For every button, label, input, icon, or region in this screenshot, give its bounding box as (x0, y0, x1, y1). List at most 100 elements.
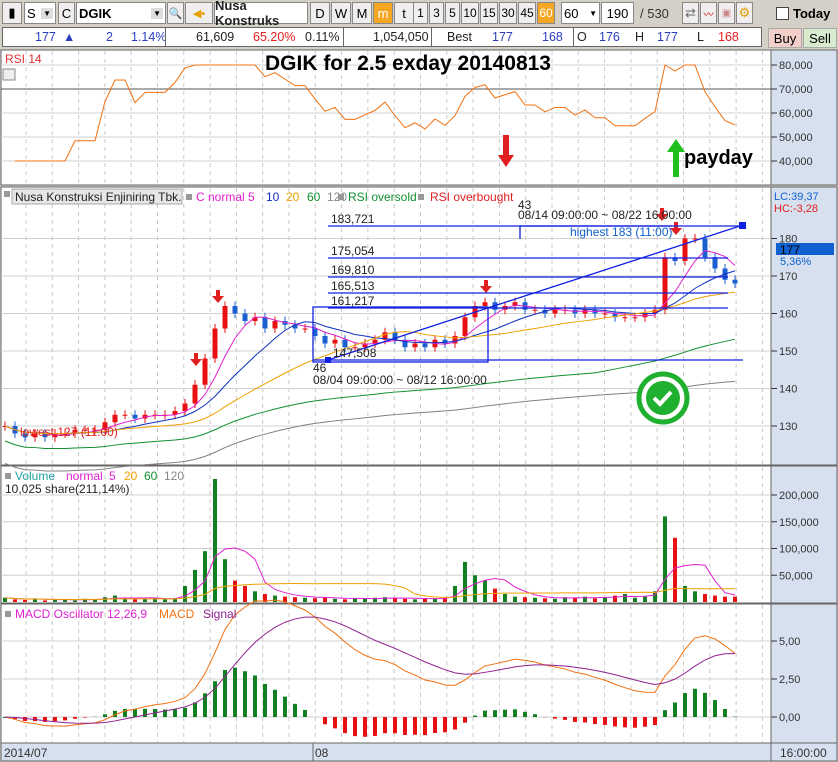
market-select[interactable]: S ▼ (24, 2, 56, 24)
legend-toggle[interactable] (418, 194, 424, 200)
interval-select[interactable]: 60 ▼ (561, 2, 600, 24)
volume-bar (543, 598, 547, 602)
rsi-panel (0, 49, 838, 186)
time-axis (0, 742, 838, 762)
macd-oscillator-bar (3, 717, 7, 718)
buy-button[interactable]: Buy (768, 28, 802, 48)
symbol-input[interactable]: DGIK ▼ (76, 2, 166, 24)
volume-bar (403, 598, 407, 602)
volume-bar (713, 595, 717, 602)
volume-bar (633, 597, 637, 602)
volume-bar (13, 599, 17, 602)
volume-bar (303, 597, 307, 602)
interval-30-button[interactable]: 30 (499, 2, 517, 24)
macd-oscillator-bar (163, 709, 167, 717)
total-count: / 530 (640, 6, 669, 21)
handle[interactable] (325, 357, 331, 363)
volume-bar (113, 595, 117, 602)
candle (312, 328, 318, 336)
interval-3-button[interactable]: 3 (429, 2, 444, 24)
macd-oscillator-bar (563, 717, 567, 720)
candle (262, 317, 268, 329)
macd-oscillator-bar (233, 667, 237, 717)
price: 177 (35, 30, 56, 44)
period-W-button[interactable]: W (331, 2, 351, 24)
volume-bar (33, 598, 37, 602)
macd-oscillator-bar (443, 717, 447, 733)
open-chart-icon[interactable]: ▮ (2, 2, 22, 24)
legend-toggle[interactable] (5, 611, 11, 617)
legend-toggle[interactable] (5, 473, 11, 479)
interval-10-button[interactable]: 10 (461, 2, 479, 24)
count-input[interactable]: 190 (601, 2, 634, 24)
candle (642, 313, 648, 318)
period-M-button[interactable]: M (352, 2, 372, 24)
type-button[interactable]: C (58, 2, 75, 24)
candle (712, 257, 718, 269)
volume-bar (513, 596, 517, 602)
range-box (312, 306, 489, 363)
checkbox-box[interactable] (776, 7, 789, 20)
low-value: 168 (718, 30, 739, 44)
period-D-button[interactable]: D (310, 2, 330, 24)
macd-label: MACD Oscillator 12,26,9 (15, 607, 147, 621)
volume-bar (333, 598, 337, 602)
volume-ma5: 5 (109, 469, 116, 483)
company-legend-box (11, 188, 183, 205)
macd-oscillator-bar (143, 708, 147, 717)
candle (192, 384, 198, 404)
search-icon[interactable]: 🔍 (167, 2, 184, 24)
chart-area[interactable]: RSI 14 DGIK for 2.5 exday 20140813 payda… (0, 0, 838, 762)
indicator-icon[interactable]: 〰 (700, 2, 717, 24)
volume-bar (153, 597, 157, 602)
macd-oscillator-bar (653, 717, 657, 725)
macd-oscillator-bar (393, 717, 397, 734)
range-label: 08/04 09:00:00 ~ 08/12 16:00:00 (313, 373, 487, 387)
period-m-button[interactable]: m (373, 2, 393, 24)
volume-bar (123, 598, 127, 602)
volume-bar (313, 598, 317, 602)
save-icon[interactable]: ▣ (718, 2, 735, 24)
today-checkbox[interactable]: Today (776, 6, 830, 21)
candle (362, 343, 368, 348)
company-legend: Nusa Konstruksi Enjiniring Tbk. (15, 190, 182, 204)
volume-bar (553, 598, 557, 602)
handle[interactable] (739, 222, 746, 229)
volume-bar (63, 599, 67, 602)
signal-line (4, 616, 736, 724)
volume-bar (473, 575, 477, 602)
legend-toggle[interactable] (4, 191, 10, 197)
interval-5-button[interactable]: 5 (445, 2, 460, 24)
axis-label: 170 (779, 271, 797, 283)
turnover-pct: 0.11% (305, 30, 340, 44)
trade-value: 1,054,050 (373, 30, 429, 44)
period-t-button[interactable]: t (394, 2, 414, 24)
macd-oscillator-bar (343, 717, 347, 734)
volume-ma5-line (4, 547, 736, 601)
speaker-icon[interactable]: ◀▪ (185, 2, 213, 24)
ma60-line (4, 338, 736, 449)
replace-icon[interactable]: ⇄ (682, 2, 699, 24)
legend-toggle[interactable] (186, 194, 192, 200)
macd-oscillator-bar (123, 708, 127, 717)
legend-ma20: 20 (286, 190, 300, 204)
table-icon[interactable] (2, 68, 16, 81)
macd-oscillator-bar (453, 717, 457, 730)
down-arrow-icon (498, 135, 514, 167)
range-label: 08/14 09:00:00 ~ 08/22 16:00:00 (518, 208, 692, 222)
interval-60-button[interactable]: 60 (537, 2, 555, 24)
volume-bar (383, 597, 387, 602)
volume-bar (143, 598, 147, 602)
interval-45-button[interactable]: 45 (518, 2, 536, 24)
interval-15-button[interactable]: 15 (480, 2, 498, 24)
sell-signal-arrow-icon (212, 290, 224, 303)
interval-1-button[interactable]: 1 (413, 2, 428, 24)
volume-panel (0, 465, 838, 604)
legend-toggle[interactable] (338, 194, 344, 200)
sell-button[interactable]: Sell (803, 28, 837, 48)
low-label: L (697, 30, 704, 44)
candle (272, 321, 278, 329)
macd-oscillator-bar (503, 709, 507, 717)
gear-icon[interactable]: ⚙ (736, 2, 753, 24)
macd-oscillator-bar (533, 714, 537, 717)
